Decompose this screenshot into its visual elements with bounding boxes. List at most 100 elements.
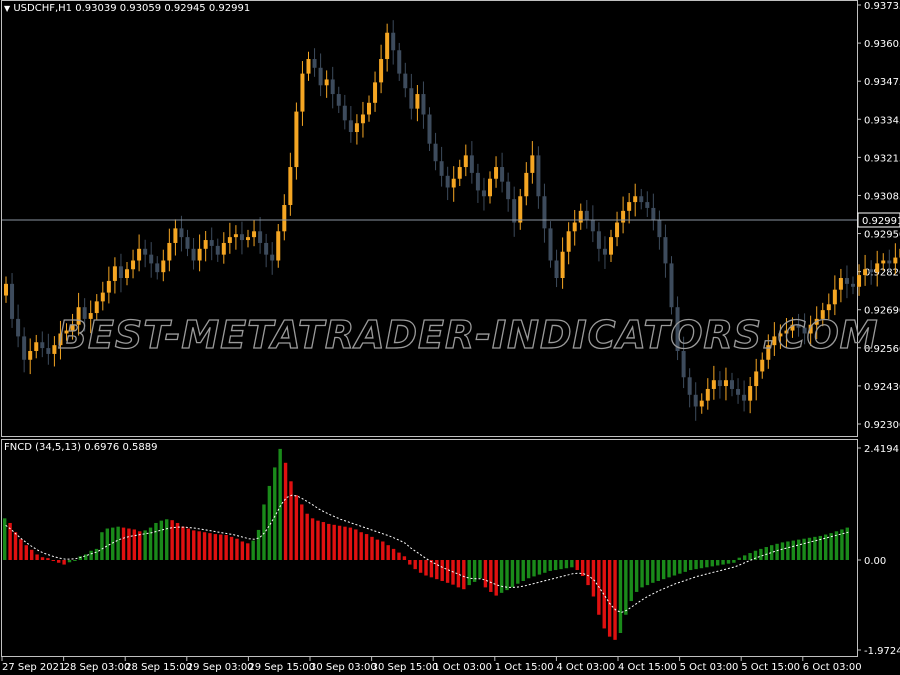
candle-body [566, 231, 571, 252]
histogram-bar [289, 481, 293, 560]
histogram-bar [699, 560, 704, 569]
time-tick-label: 6 Oct 03:00 [803, 662, 862, 673]
histogram-bar [246, 543, 250, 560]
histogram-bar [564, 560, 569, 569]
histogram-bar [445, 560, 450, 583]
dropdown-triangle-icon[interactable]: ▼ [4, 4, 10, 13]
candle-body [500, 167, 505, 182]
histogram-bar [235, 538, 239, 560]
candle-body [669, 263, 674, 308]
price-tick-label: 0.93085 [864, 191, 900, 202]
histogram-bar [726, 560, 731, 564]
histogram-bar [348, 527, 353, 560]
candle-body [893, 257, 898, 264]
candle-body [663, 237, 668, 264]
histogram-bar [24, 545, 29, 560]
histogram-bar [791, 540, 795, 560]
ohlc-open: 0.93039 [75, 3, 117, 14]
candle-body [112, 266, 117, 281]
candle-body [409, 88, 414, 109]
candle-body [596, 231, 601, 249]
candle-body [421, 94, 426, 115]
candle-body [22, 336, 27, 360]
histogram-bar [656, 560, 660, 581]
time-tick-label: 4 Oct 03:00 [556, 662, 615, 673]
histogram-bar [715, 560, 720, 566]
histogram-bar [667, 560, 671, 578]
candle-body [760, 359, 765, 372]
candle-body [512, 199, 517, 223]
candle-body [754, 371, 759, 387]
histogram-bar [13, 532, 18, 560]
candle-body [548, 228, 553, 261]
candle-body [687, 377, 692, 395]
candle-body [875, 263, 880, 273]
histogram-bar [375, 539, 380, 560]
histogram-bar [78, 556, 83, 560]
histogram-bar [489, 560, 493, 592]
histogram-bar [640, 560, 644, 588]
histogram-bar [483, 560, 488, 588]
histogram-bar [672, 560, 677, 576]
candle-body [851, 283, 855, 287]
histogram-bar [683, 560, 687, 572]
candle-body [524, 172, 529, 197]
candle-body [173, 228, 178, 243]
histogram-bar [537, 560, 542, 575]
candle-body [197, 248, 202, 261]
candle-body [869, 269, 874, 273]
histogram-bar [802, 538, 806, 560]
candle-body [578, 210, 583, 223]
candle-body [887, 260, 892, 264]
candle-body [288, 167, 293, 206]
histogram-bar [829, 533, 833, 560]
indicator-name: FNCD (34,5,13) [4, 442, 82, 453]
histogram-bar [494, 560, 498, 596]
indicator-value-2: 0.5889 [122, 442, 158, 453]
candle-body [439, 161, 444, 176]
chart-canvas: 0.93735 0.93605 0.93475 0.93345 0.93215 0.930… [1, 0, 900, 673]
price-tick-label: 0.93605 [864, 39, 900, 50]
histogram-bar [402, 556, 407, 560]
price-tick-label: 0.93735 [864, 1, 900, 12]
candle-body [736, 388, 741, 395]
candle-body [246, 237, 250, 241]
candle-body [554, 260, 559, 279]
histogram-bar [278, 448, 282, 560]
candle-body [373, 82, 378, 103]
histogram-bar [586, 560, 590, 586]
histogram-bar [607, 560, 612, 637]
histogram-bar [559, 560, 563, 570]
candle-body [699, 400, 704, 407]
time-tick-label: 30 Sep 15:00 [372, 662, 439, 673]
histogram-bar [602, 560, 606, 629]
histogram-bar [159, 520, 164, 560]
histogram-bar [391, 548, 396, 560]
candle-body [742, 394, 747, 401]
candle-body [481, 190, 486, 197]
histogram-bar [516, 560, 520, 584]
price-tick-label: 0.93345 [864, 115, 900, 126]
histogram-bar [310, 518, 315, 560]
histogram-bar [186, 528, 191, 560]
candle-body [463, 155, 468, 168]
candle-body [633, 196, 638, 203]
histogram-bar [256, 529, 261, 560]
histogram-bar [327, 523, 331, 560]
candle-body [748, 386, 753, 401]
histogram-bar [262, 504, 266, 560]
time-tick-label: 30 Sep 03:00 [310, 662, 377, 673]
candle-body [143, 248, 148, 255]
histogram-bar [67, 560, 72, 563]
price-tick-label: 0.92950 [864, 230, 900, 241]
candle-body [252, 231, 257, 238]
histogram-bar [732, 560, 736, 563]
histogram-bar [510, 560, 515, 588]
candle-body [46, 348, 51, 354]
histogram-bar [332, 524, 336, 560]
histogram-bar [321, 522, 326, 560]
histogram-bar [613, 560, 617, 640]
time-tick-label: 4 Oct 15:00 [618, 662, 677, 673]
candle-body [385, 32, 390, 60]
candle-body [360, 114, 365, 124]
